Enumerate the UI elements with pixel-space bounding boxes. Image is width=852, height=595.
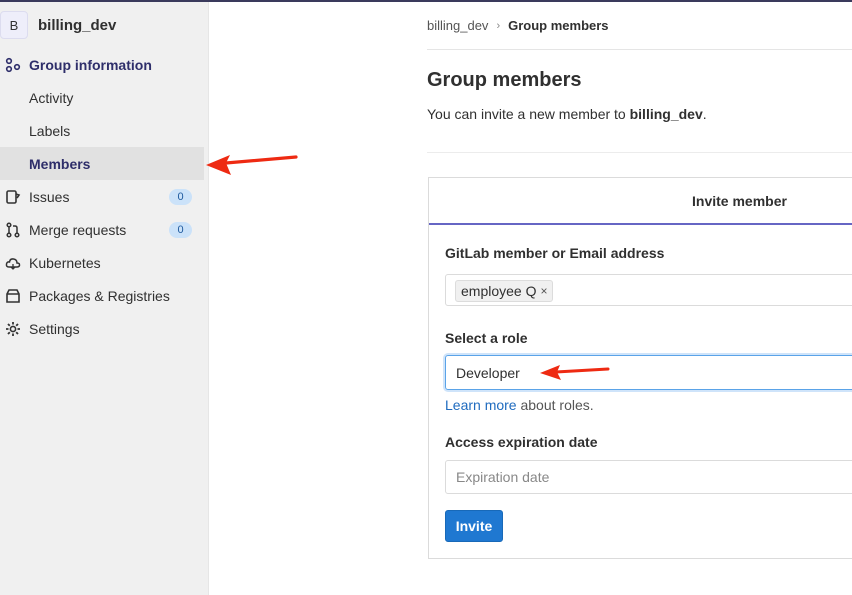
member-token: employee Q × xyxy=(455,280,553,302)
main-content: billing_dev › Group members Group member… xyxy=(427,0,852,595)
merge-request-icon xyxy=(5,221,21,238)
divider xyxy=(427,49,852,50)
role-select-value: Developer xyxy=(456,364,520,381)
package-icon xyxy=(5,288,21,304)
sidebar-nav: Group information Activity Labels Member… xyxy=(0,48,208,345)
merge-requests-count-badge: 0 xyxy=(169,222,192,238)
group-info-icon xyxy=(5,57,21,73)
intro-text: You can invite a new member to xyxy=(427,106,630,122)
intro-group-name: billing_dev xyxy=(629,106,703,122)
issues-icon xyxy=(5,189,21,205)
sidebar-item-merge-requests[interactable]: Merge requests 0 xyxy=(0,213,208,246)
role-help-text: Learn more about roles. xyxy=(445,397,594,413)
issues-count-badge: 0 xyxy=(169,189,192,205)
breadcrumb-current[interactable]: Group members xyxy=(508,18,608,33)
page-intro: You can invite a new member to billing_d… xyxy=(427,106,707,122)
gear-icon xyxy=(5,321,21,337)
member-field-label: GitLab member or Email address xyxy=(445,245,665,261)
annotation-arrow-role xyxy=(540,365,610,380)
learn-more-link[interactable]: Learn more xyxy=(445,397,517,413)
sidebar-item-label: Members xyxy=(29,155,91,172)
sidebar: B billing_dev Group information Activity… xyxy=(0,2,209,595)
sidebar-item-packages[interactable]: Packages & Registries xyxy=(0,279,208,312)
sidebar-item-label: Kubernetes xyxy=(29,254,101,271)
role-field-label: Select a role xyxy=(445,330,528,346)
member-token-label: employee Q xyxy=(461,283,537,299)
sidebar-item-group-information[interactable]: Group information xyxy=(0,48,208,81)
remove-token-icon[interactable]: × xyxy=(540,284,547,298)
sidebar-item-label: Labels xyxy=(29,122,71,139)
sidebar-item-kubernetes[interactable]: Kubernetes xyxy=(0,246,208,279)
sidebar-item-activity[interactable]: Activity xyxy=(0,81,208,114)
invite-member-card: Invite member GitLab member or Email add… xyxy=(428,177,852,559)
sidebar-item-label: Merge requests xyxy=(29,221,127,238)
breadcrumb: billing_dev › Group members xyxy=(427,18,609,33)
breadcrumb-parent-link[interactable]: billing_dev xyxy=(427,18,488,33)
role-select[interactable]: Developer xyxy=(445,355,852,390)
expiry-field-label: Access expiration date xyxy=(445,434,598,450)
tab-invite-member[interactable]: Invite member xyxy=(429,178,852,225)
kubernetes-icon xyxy=(5,255,21,271)
sidebar-item-settings[interactable]: Settings xyxy=(0,312,208,345)
avatar: B xyxy=(0,11,28,39)
group-header[interactable]: B billing_dev xyxy=(0,2,208,48)
sidebar-item-label: Issues xyxy=(29,188,70,205)
sidebar-item-label: Settings xyxy=(29,320,80,337)
expiration-date-placeholder: Expiration date xyxy=(456,469,550,485)
sidebar-item-label: Group information xyxy=(29,56,152,73)
group-name: billing_dev xyxy=(38,16,117,34)
breadcrumb-separator: › xyxy=(496,19,501,32)
expiration-date-input[interactable]: Expiration date xyxy=(445,460,852,494)
sidebar-item-members[interactable]: Members xyxy=(0,147,204,180)
sidebar-item-label: Packages & Registries xyxy=(29,287,170,304)
member-search-input[interactable]: employee Q × xyxy=(445,274,852,306)
annotation-arrow-members xyxy=(206,155,298,175)
sidebar-item-label: Activity xyxy=(29,89,74,106)
page-title: Group members xyxy=(427,69,582,91)
sidebar-item-issues[interactable]: Issues 0 xyxy=(0,180,208,213)
invite-button[interactable]: Invite xyxy=(445,510,503,542)
sidebar-item-labels[interactable]: Labels xyxy=(0,114,208,147)
learn-more-suffix: about roles. xyxy=(516,397,594,413)
intro-suffix: . xyxy=(702,106,707,122)
divider xyxy=(427,152,852,153)
